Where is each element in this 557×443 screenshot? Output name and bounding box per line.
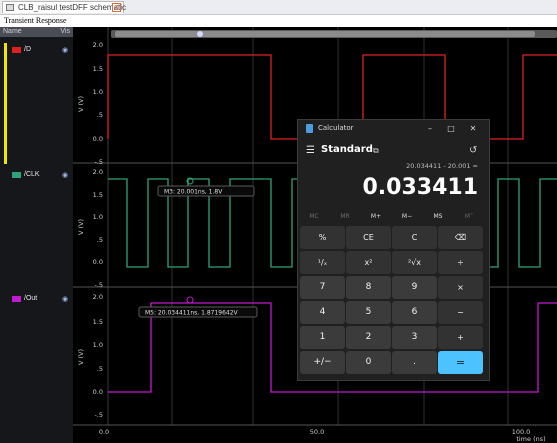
- y-tick: 0.0: [93, 258, 103, 266]
- equals-button[interactable]: =: [438, 351, 483, 374]
- y-tick: -.5: [94, 281, 103, 289]
- y-tick: 2.0: [93, 41, 103, 49]
- y-axis-label: V (V): [77, 349, 85, 365]
- memory-store-button[interactable]: MS: [426, 212, 450, 222]
- eye-icon[interactable]: ◉: [62, 171, 68, 179]
- memory-list-button[interactable]: M˅: [457, 212, 481, 222]
- y-tick: 2.0: [93, 168, 103, 176]
- digit-8-button[interactable]: 8: [346, 276, 391, 299]
- history-icon[interactable]: ↺: [469, 145, 477, 156]
- reciprocal-button[interactable]: ¹/ₓ: [300, 251, 345, 274]
- memory-subtract-button[interactable]: M−: [395, 212, 419, 222]
- close-icon[interactable]: ✕: [465, 123, 481, 134]
- square-root-button[interactable]: ²√x: [392, 251, 437, 274]
- y-tick: 2.0: [93, 293, 103, 301]
- subtract-button[interactable]: −: [438, 301, 483, 324]
- signal-color-swatch: [12, 172, 21, 178]
- negate-button[interactable]: +/−: [300, 351, 345, 374]
- marker-m5-label: M5: 20.034411ns, 1.8719642V: [145, 310, 239, 317]
- divide-button[interactable]: ÷: [438, 251, 483, 274]
- memory-add-button[interactable]: M+: [364, 212, 388, 222]
- y-tick: 1.0: [93, 213, 103, 221]
- y-tick: 1.5: [93, 191, 103, 199]
- y-tick: 0.0: [93, 388, 103, 396]
- selection-indicator: [4, 43, 7, 164]
- square-button[interactable]: x²: [346, 251, 391, 274]
- tab-label: CLB_raisul testDFF schematic: [18, 3, 127, 12]
- tab-schematic[interactable]: CLB_raisul testDFF schematic x: [2, 1, 127, 13]
- calculator-display: 0.033411: [362, 175, 478, 200]
- decimal-button[interactable]: .: [392, 351, 437, 374]
- digit-4-button[interactable]: 4: [300, 301, 345, 324]
- minimize-icon[interactable]: –: [422, 123, 438, 134]
- backspace-button[interactable]: ⌫: [438, 226, 483, 249]
- calculator-app-icon: [306, 124, 313, 133]
- y-tick: 1.5: [93, 318, 103, 326]
- x-tick: 50.0: [310, 428, 324, 436]
- keep-on-top-icon[interactable]: ⧉: [373, 146, 379, 156]
- digit-0-button[interactable]: 0: [346, 351, 391, 374]
- scrollbar[interactable]: [111, 30, 557, 38]
- calculator-window[interactable]: Calculator – □ ✕ ☰ Standard ⧉ ↺ 20.03441…: [297, 119, 490, 381]
- hamburger-menu-icon[interactable]: ☰: [306, 145, 315, 156]
- calculator-title-bar: Calculator – □ ✕: [298, 120, 489, 136]
- calculator-title: Calculator: [318, 124, 354, 132]
- signal-list: [0, 37, 73, 443]
- vis-column-header: Vis: [60, 28, 70, 35]
- y-tick: 0.0: [93, 135, 103, 143]
- add-button[interactable]: +: [438, 326, 483, 349]
- y-tick: -.5: [94, 411, 103, 419]
- clear-entry-button[interactable]: CE: [346, 226, 391, 249]
- digit-2-button[interactable]: 2: [346, 326, 391, 349]
- signal-color-swatch: [12, 296, 21, 302]
- signal-list-header: Name Vis: [0, 27, 73, 37]
- digit-7-button[interactable]: 7: [300, 276, 345, 299]
- y-axis-label: V (V): [77, 219, 85, 235]
- pane-clk-axis: 2.0 1.5 1.0 .5 0.0 -.5 V (V): [77, 168, 103, 289]
- y-tick: .5: [97, 236, 103, 244]
- pane-d-axis: 2.0 1.5 1.0 .5 0.0 -.5 V (V): [77, 41, 103, 166]
- memory-clear-button[interactable]: MC: [302, 212, 326, 222]
- y-axis-label: V (V): [77, 96, 85, 112]
- signal-label: /CLK: [24, 171, 40, 178]
- digit-9-button[interactable]: 9: [392, 276, 437, 299]
- calculator-expression: 20.034411 - 20.001 =: [406, 162, 478, 170]
- pane-out-axis: 2.0 1.5 1.0 .5 0.0 -.5 V (V): [77, 293, 103, 419]
- x-axis: 0.0 50.0 100.0 time (ns): [99, 428, 546, 443]
- clear-button[interactable]: C: [392, 226, 437, 249]
- y-tick: .5: [97, 111, 103, 119]
- y-tick: 1.0: [93, 341, 103, 349]
- y-tick: 1.0: [93, 88, 103, 96]
- marker-m3-label: M3: 20.001ns, 1.8V: [164, 189, 223, 196]
- signal-label: /D: [24, 46, 31, 53]
- close-tab-icon[interactable]: x: [112, 3, 121, 12]
- signal-label: /Out: [24, 295, 38, 302]
- name-column-header: Name: [3, 28, 22, 35]
- window-title: Transient Response: [4, 16, 67, 25]
- marker-m5[interactable]: M5: 20.034411ns, 1.8719642V: [138, 296, 258, 318]
- window-title-bar: Transient Response: [0, 15, 557, 27]
- eye-icon[interactable]: ◉: [62, 46, 68, 54]
- calculator-mode: Standard: [321, 144, 373, 155]
- y-tick: 1.5: [93, 65, 103, 73]
- digit-6-button[interactable]: 6: [392, 301, 437, 324]
- digit-5-button[interactable]: 5: [346, 301, 391, 324]
- x-axis-label: time (ns): [516, 435, 545, 443]
- schematic-icon: [6, 4, 14, 11]
- digit-1-button[interactable]: 1: [300, 326, 345, 349]
- maximize-icon[interactable]: □: [443, 123, 459, 134]
- percent-button[interactable]: %: [300, 226, 345, 249]
- eye-icon[interactable]: ◉: [62, 295, 68, 303]
- x-tick: 0.0: [99, 428, 109, 436]
- y-tick: .5: [97, 365, 103, 373]
- multiply-button[interactable]: ×: [438, 276, 483, 299]
- memory-recall-button[interactable]: MR: [333, 212, 357, 222]
- y-tick: -.5: [94, 158, 103, 166]
- tab-bar: CLB_raisul testDFF schematic x: [0, 0, 557, 15]
- digit-3-button[interactable]: 3: [392, 326, 437, 349]
- signal-color-swatch: [12, 47, 21, 53]
